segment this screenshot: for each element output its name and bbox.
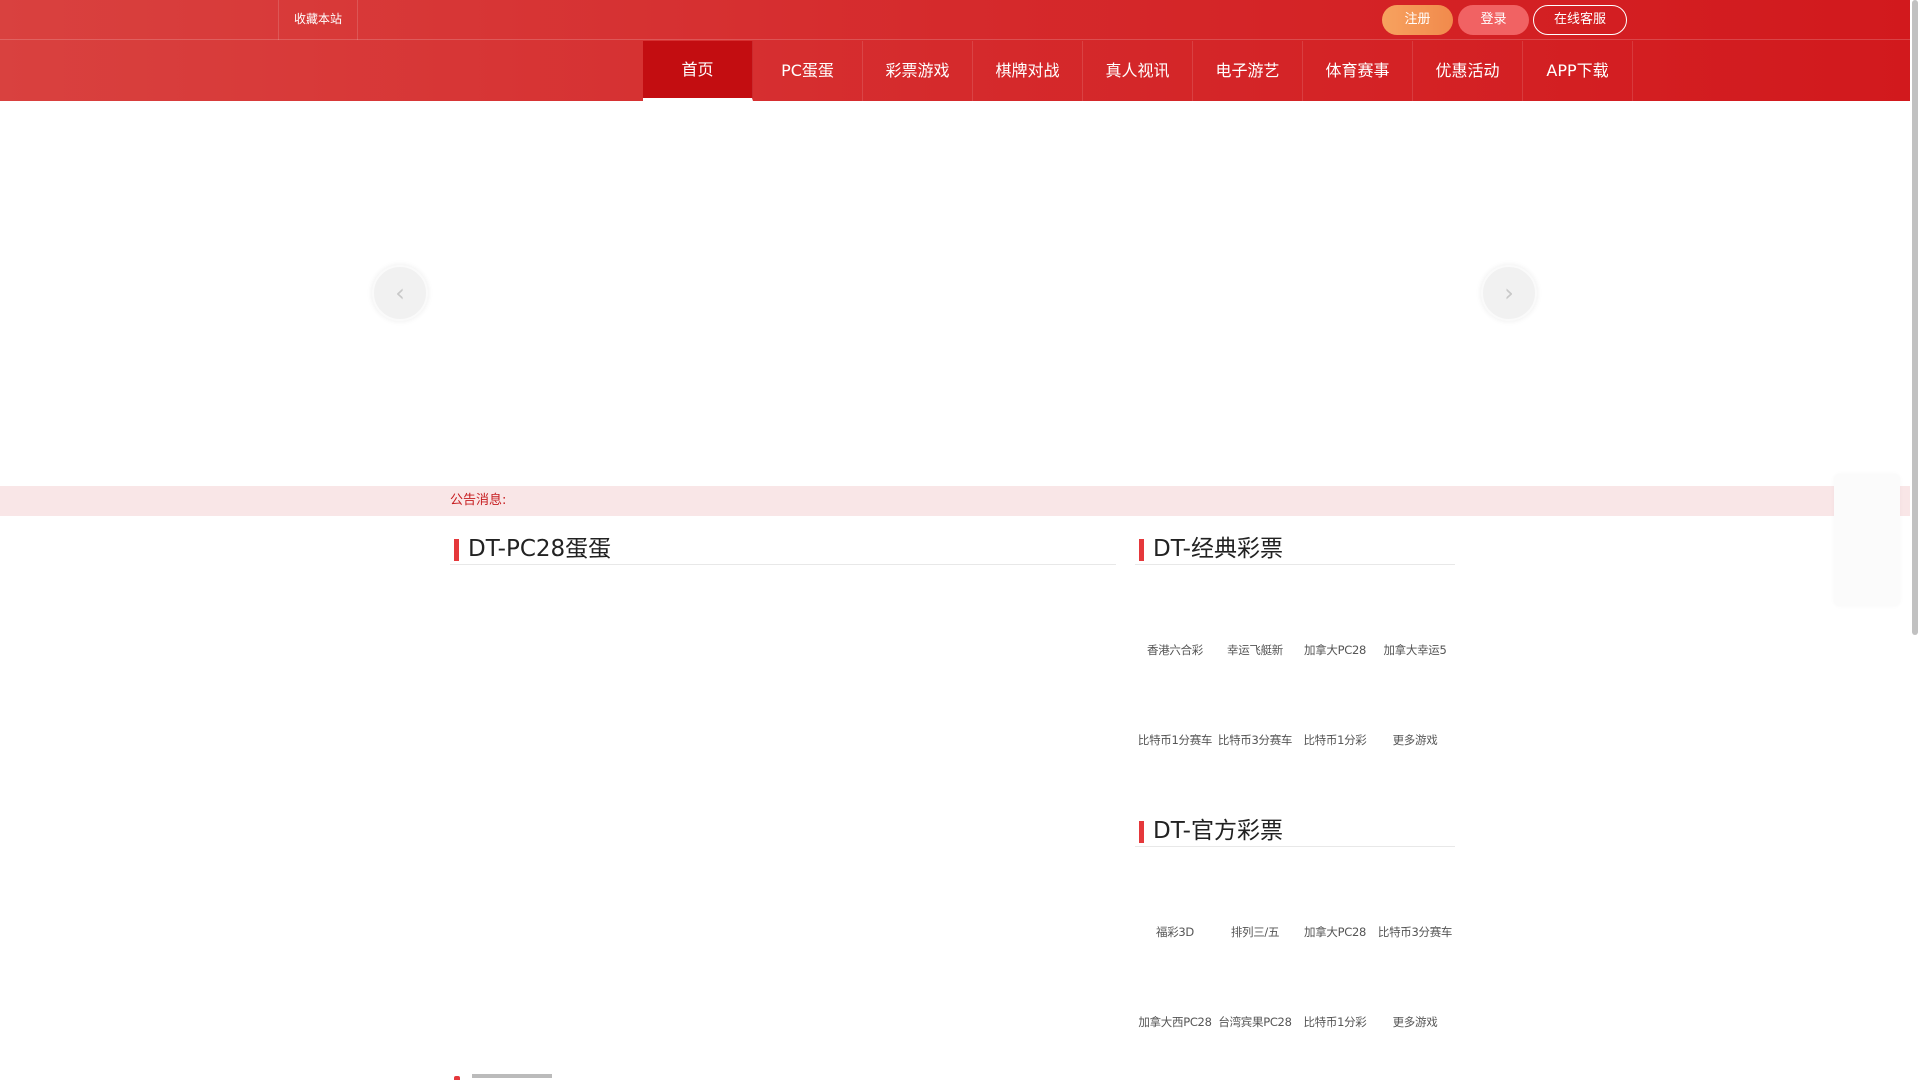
game-name: 加拿大PC28 <box>1304 643 1366 657</box>
game-item[interactable]: 比特币1分彩 <box>1295 952 1375 1042</box>
game-item[interactable]: 加拿大幸运5 <box>1375 580 1455 670</box>
game-item[interactable]: 排列三/五 <box>1215 862 1295 952</box>
game-name: 福彩3D <box>1156 925 1194 939</box>
game-name: 比特币1分彩 <box>1303 1015 1367 1029</box>
online-service-button[interactable]: 在线客服 <box>1533 5 1627 35</box>
nav-item-home[interactable]: 首页 <box>643 41 753 101</box>
bookmark-link[interactable]: 收藏本站 <box>278 0 358 40</box>
notice-bar: 公告消息: <box>0 486 1910 516</box>
game-name: 比特币1分赛车 <box>1137 733 1213 747</box>
game-item[interactable]: 比特币3分赛车 <box>1375 862 1455 952</box>
game-item[interactable]: 幸运飞艇新 <box>1215 580 1295 670</box>
nav-item-live-casino[interactable]: 真人视讯 <box>1083 41 1193 101</box>
section-title-text: DT-PC28蛋蛋 <box>468 536 612 562</box>
top-bar: 收藏本站 注册 登录 在线客服 <box>0 0 1910 40</box>
scrollbar-thumb[interactable] <box>1912 0 1918 635</box>
more-games-link[interactable]: 更多游戏 <box>1375 952 1455 1042</box>
official-lottery-grid: 福彩3D 排列三/五 加拿大PC28 比特币3分赛车 加拿大西PC28 台湾宾果… <box>1135 862 1455 1042</box>
next-section-title-peek <box>450 1074 570 1080</box>
game-item[interactable]: 比特币1分彩 <box>1295 670 1375 760</box>
game-name: 幸运飞艇新 <box>1227 643 1283 657</box>
nav-item-promotions[interactable]: 优惠活动 <box>1413 41 1523 101</box>
floating-side-panel[interactable] <box>1834 474 1900 606</box>
game-name: 加拿大西PC28 <box>1138 1015 1212 1029</box>
game-name: 比特币3分赛车 <box>1217 733 1293 747</box>
section-title-official-lottery: DT-官方彩票 <box>1135 813 1455 847</box>
game-item[interactable]: 比特币3分赛车 <box>1215 670 1295 760</box>
notice-label: 公告消息: <box>450 493 507 508</box>
title-accent-bar <box>1139 821 1144 843</box>
section-title-text: DT-官方彩票 <box>1153 818 1283 844</box>
classic-lottery-grid: 香港六合彩 幸运飞艇新 加拿大PC28 加拿大幸运5 比特币1分赛车 比特币3分… <box>1135 580 1455 760</box>
game-name: 香港六合彩 <box>1147 643 1203 657</box>
banner-carousel: ‹ › <box>0 101 1910 486</box>
site-header: 收藏本站 注册 登录 在线客服 首页 PC蛋蛋 彩票游戏 棋牌对战 真人视讯 电… <box>0 0 1910 101</box>
game-name: 比特币3分赛车 <box>1377 925 1453 939</box>
title-accent-bar <box>454 1076 460 1080</box>
nav-item-pc-dandan[interactable]: PC蛋蛋 <box>753 41 863 101</box>
section-title-text: DT-经典彩票 <box>1153 536 1283 562</box>
title-accent-bar <box>454 539 459 561</box>
register-button[interactable]: 注册 <box>1382 5 1453 35</box>
game-item[interactable]: 台湾宾果PC28 <box>1215 952 1295 1042</box>
game-item[interactable]: 加拿大PC28 <box>1295 862 1375 952</box>
game-name: 更多游戏 <box>1392 733 1438 747</box>
more-games-link[interactable]: 更多游戏 <box>1375 670 1455 760</box>
nav-item-lottery[interactable]: 彩票游戏 <box>863 41 973 101</box>
game-item[interactable]: 比特币1分赛车 <box>1135 670 1215 760</box>
nav-item-app-download[interactable]: APP下载 <box>1523 41 1633 101</box>
chevron-left-icon[interactable]: ‹ <box>372 265 428 321</box>
game-name: 比特币1分彩 <box>1303 733 1367 747</box>
login-button[interactable]: 登录 <box>1458 5 1529 35</box>
main-nav: 首页 PC蛋蛋 彩票游戏 棋牌对战 真人视讯 电子游艺 体育赛事 优惠活动 AP… <box>643 41 1633 101</box>
nav-item-card-games[interactable]: 棋牌对战 <box>973 41 1083 101</box>
game-name: 加拿大PC28 <box>1304 925 1366 939</box>
game-name: 加拿大幸运5 <box>1383 643 1447 657</box>
game-item[interactable]: 福彩3D <box>1135 862 1215 952</box>
game-name: 台湾宾果PC28 <box>1218 1015 1292 1029</box>
game-item[interactable]: 香港六合彩 <box>1135 580 1215 670</box>
title-accent-bar <box>1139 539 1144 561</box>
game-name: 排列三/五 <box>1230 925 1280 939</box>
nav-item-sports[interactable]: 体育赛事 <box>1303 41 1413 101</box>
chevron-right-icon[interactable]: › <box>1481 265 1537 321</box>
game-item[interactable]: 加拿大西PC28 <box>1135 952 1215 1042</box>
game-name: 更多游戏 <box>1392 1015 1438 1029</box>
game-item[interactable]: 加拿大PC28 <box>1295 580 1375 670</box>
nav-item-slots[interactable]: 电子游艺 <box>1193 41 1303 101</box>
section-title-classic-lottery: DT-经典彩票 <box>1135 531 1455 565</box>
section-title-text <box>472 1074 552 1080</box>
section-title-pc28: DT-PC28蛋蛋 <box>450 531 1116 565</box>
